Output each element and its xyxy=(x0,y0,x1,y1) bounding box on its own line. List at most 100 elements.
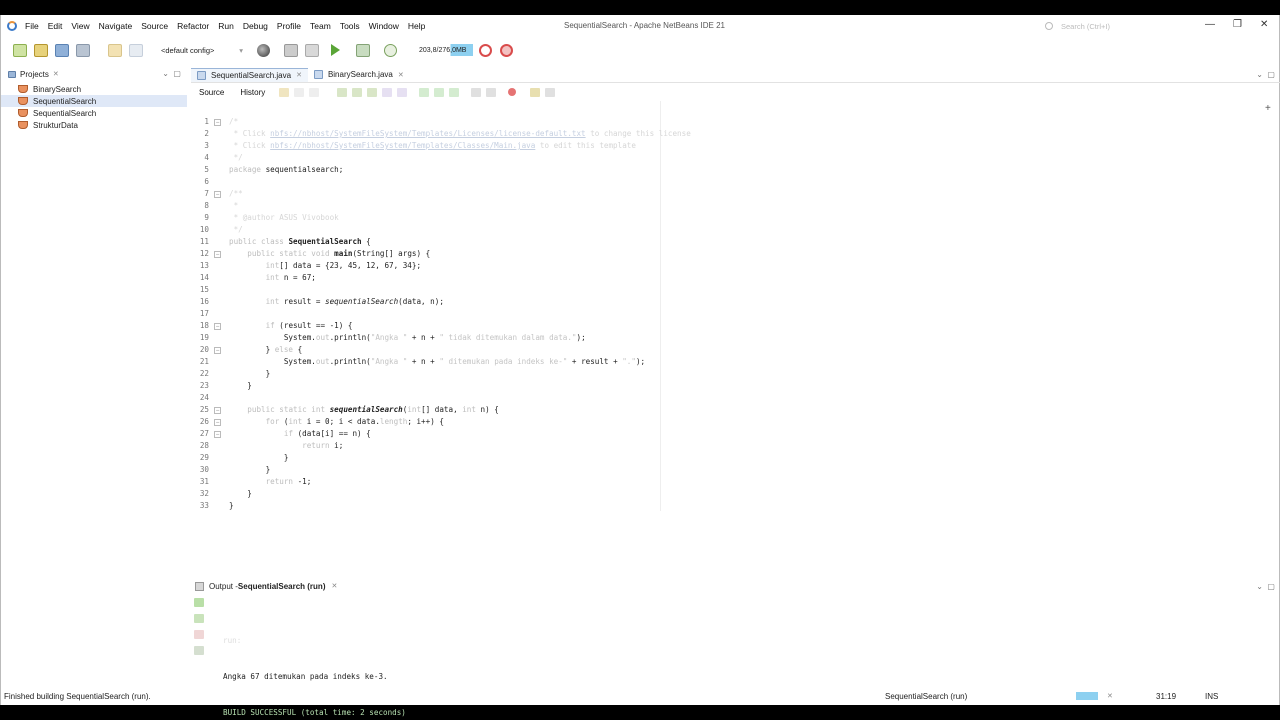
save-all-icon[interactable] xyxy=(76,43,90,57)
tab-binarysearch-java[interactable]: BinarySearch.java ✕ xyxy=(308,68,410,82)
menu-file[interactable]: File xyxy=(25,21,39,31)
menu-navigate[interactable]: Navigate xyxy=(99,21,133,31)
add-icon[interactable]: + xyxy=(1265,103,1271,114)
restore-button[interactable]: ❐ xyxy=(1233,19,1242,30)
rerun-params-icon[interactable] xyxy=(194,614,204,623)
tree-item-strukturdata[interactable]: StrukturData xyxy=(1,119,187,131)
code-line[interactable]: public static void main(String[] args) { xyxy=(229,249,430,258)
toggle-highlight-icon[interactable] xyxy=(382,87,393,97)
tree-item-sequentialsearch-2[interactable]: SequentialSearch xyxy=(1,107,187,119)
menu-debug[interactable]: Debug xyxy=(243,21,268,31)
fold-toggle-icon[interactable]: − xyxy=(214,407,221,414)
code-line[interactable]: } xyxy=(229,501,234,510)
menu-source[interactable]: Source xyxy=(141,21,168,31)
close-icon[interactable]: ✕ xyxy=(331,582,337,590)
profile-ide-icon[interactable] xyxy=(500,43,513,57)
code-line[interactable]: } xyxy=(229,381,252,390)
last-edit-icon[interactable] xyxy=(279,87,290,97)
search-box[interactable]: Search (Ctrl+I) xyxy=(1045,20,1149,32)
panel-controls[interactable]: ⌄ ▢ xyxy=(162,69,181,78)
find-icon[interactable] xyxy=(337,87,348,97)
output-panel-controls[interactable]: ⌄ ▢ xyxy=(1256,582,1275,591)
new-file-icon[interactable] xyxy=(13,43,27,57)
fold-toggle-icon[interactable]: − xyxy=(214,191,221,198)
close-icon[interactable]: ✕ xyxy=(53,70,59,78)
menu-team[interactable]: Team xyxy=(310,21,331,31)
code-line[interactable]: return -1; xyxy=(229,477,312,486)
menu-view[interactable]: View xyxy=(71,21,89,31)
menu-refactor[interactable]: Refactor xyxy=(177,21,209,31)
config-select[interactable]: <default config> ▾ xyxy=(161,43,243,57)
find-previous-icon[interactable] xyxy=(352,87,363,97)
rerun-icon[interactable] xyxy=(194,598,204,607)
forward-icon[interactable] xyxy=(309,87,320,97)
code-line[interactable]: } xyxy=(229,453,289,462)
close-button[interactable]: ✕ xyxy=(1260,19,1268,30)
fold-toggle-icon[interactable]: − xyxy=(214,347,221,354)
source-tab[interactable]: Source xyxy=(199,88,224,97)
run-icon[interactable] xyxy=(331,44,340,56)
shift-left-icon[interactable] xyxy=(471,87,482,97)
shift-right-icon[interactable] xyxy=(486,87,497,97)
code-line[interactable]: for (int i = 0; i < data.length; i++) { xyxy=(229,417,444,426)
minimize-button[interactable]: — xyxy=(1205,19,1215,30)
code-line[interactable]: /** xyxy=(229,189,243,198)
gc-icon[interactable] xyxy=(479,43,492,57)
code-line[interactable]: * xyxy=(229,201,239,210)
code-line[interactable]: package sequentialsearch; xyxy=(229,165,343,174)
fold-toggle-icon[interactable]: − xyxy=(214,251,221,258)
history-tab[interactable]: History xyxy=(240,88,265,97)
memory-indicator[interactable]: 203,8/276,0MB xyxy=(417,44,473,56)
code-line[interactable]: if (data[i] == n) { xyxy=(229,429,371,438)
code-line[interactable]: if (result == -1) { xyxy=(229,321,353,330)
browser-icon[interactable] xyxy=(257,43,270,57)
code-line[interactable]: public class SequentialSearch { xyxy=(229,237,371,246)
code-line[interactable]: System.out.println("Angka " + n + " dite… xyxy=(229,357,645,366)
debug-icon[interactable] xyxy=(356,43,370,57)
editor-panel-controls[interactable]: ⌄ ▢ xyxy=(1256,70,1275,79)
code-editor[interactable]: 1−/* 2 * Click nbfs://nbhost/SystemFileSy… xyxy=(191,101,691,511)
prev-bookmark-icon[interactable] xyxy=(419,87,430,97)
menu-profile[interactable]: Profile xyxy=(277,21,301,31)
next-bookmark-icon[interactable] xyxy=(434,87,445,97)
find-next-icon[interactable] xyxy=(367,87,378,97)
close-icon[interactable]: ✕ xyxy=(296,71,302,79)
open-project-icon[interactable] xyxy=(55,43,69,57)
close-icon[interactable]: ✕ xyxy=(398,71,404,79)
profile-icon[interactable] xyxy=(384,43,397,57)
menu-window[interactable]: Window xyxy=(369,21,399,31)
toggle-rect-select-icon[interactable] xyxy=(397,87,408,97)
tree-item-binarysearch[interactable]: BinarySearch xyxy=(1,83,187,95)
menu-help[interactable]: Help xyxy=(408,21,425,31)
code-line[interactable]: */ xyxy=(229,153,243,162)
stop-icon[interactable] xyxy=(194,630,204,639)
redo-icon[interactable] xyxy=(129,43,143,57)
new-project-icon[interactable] xyxy=(34,43,48,57)
menu-run[interactable]: Run xyxy=(218,21,234,31)
uncomment-icon[interactable] xyxy=(545,87,556,97)
back-icon[interactable] xyxy=(294,87,305,97)
stop-macro-icon[interactable] xyxy=(508,88,517,96)
clean-build-icon[interactable] xyxy=(305,43,319,57)
code-line[interactable]: /* xyxy=(229,117,238,126)
code-line[interactable]: */ xyxy=(229,225,243,234)
cancel-process-icon[interactable]: ✕ xyxy=(1107,692,1113,700)
code-line[interactable]: * Click nbfs://nbhost/SystemFileSystem/T… xyxy=(229,129,691,138)
build-hammer-icon[interactable] xyxy=(284,43,298,57)
settings-icon[interactable] xyxy=(194,646,204,655)
code-line[interactable]: } xyxy=(229,489,252,498)
code-line[interactable]: public static int sequentialSearch(int[]… xyxy=(229,405,499,414)
menu-edit[interactable]: Edit xyxy=(48,21,63,31)
code-line[interactable]: int n = 67; xyxy=(229,273,316,282)
projects-tab[interactable]: Projects ✕ xyxy=(8,70,59,79)
code-line[interactable]: int result = sequentialSearch(data, n); xyxy=(229,297,444,306)
comment-icon[interactable] xyxy=(530,87,541,97)
code-line[interactable]: System.out.println("Angka " + n + " tida… xyxy=(229,333,586,342)
output-console[interactable]: run: Angka 67 ditemukan pada indeks ke-3… xyxy=(223,611,406,720)
menu-tools[interactable]: Tools xyxy=(340,21,360,31)
code-line[interactable]: * Click nbfs://nbhost/SystemFileSystem/T… xyxy=(229,141,636,150)
code-line[interactable]: } xyxy=(229,465,271,474)
code-line[interactable]: int[] data = {23, 45, 12, 67, 34}; xyxy=(229,261,421,270)
code-line[interactable]: } xyxy=(229,369,271,378)
status-process[interactable]: SequentialSearch (run) xyxy=(885,692,967,701)
